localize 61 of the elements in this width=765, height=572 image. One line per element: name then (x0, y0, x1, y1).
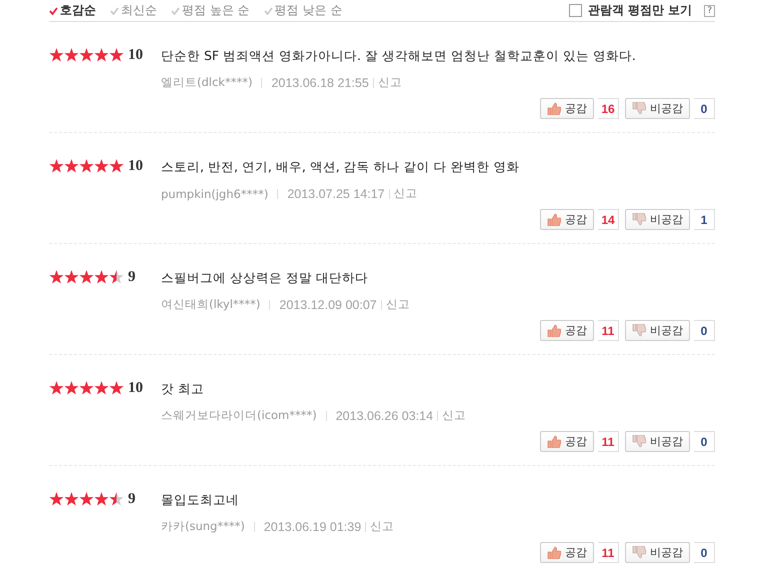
author: 스웨거보다라이더(icom****) (161, 408, 317, 423)
thumbs-down-icon (632, 435, 646, 448)
like-count: 11 (598, 431, 619, 452)
like-count: 14 (598, 209, 619, 230)
check-icon (110, 6, 119, 14)
sort-tab[interactable]: 호감순 (49, 2, 96, 19)
date: 2013.07.25 14:17 (287, 186, 385, 200)
dislike-count: 1 (694, 209, 715, 230)
author: 카카(sung****) (161, 519, 245, 534)
dislike-button[interactable]: 비공감 (625, 542, 690, 563)
thumbs-down-icon (632, 324, 646, 337)
sort-tab[interactable]: 평점 높은 순 (171, 2, 250, 19)
like-button[interactable]: 공감 (540, 542, 594, 563)
dislike-count: 0 (694, 320, 715, 341)
thumbs-up-icon (547, 102, 561, 115)
checkbox[interactable] (568, 4, 582, 17)
thumbs-up-icon (547, 324, 561, 337)
score: 9 (128, 270, 136, 285)
date: 2013.06.26 03:14 (336, 408, 434, 422)
like-button[interactable]: 공감 (540, 209, 594, 230)
thumbs-down-icon (632, 102, 646, 115)
check-icon (49, 6, 58, 14)
thumbs-down-icon (632, 546, 646, 559)
date: 2013.12.09 00:07 (279, 298, 377, 312)
author: pumpkin(jgh6****) (161, 186, 268, 200)
filter-label: 관람객 평점만 보기 (588, 2, 692, 19)
like-count: 11 (598, 320, 619, 341)
check-icon (264, 6, 273, 14)
thumbs-up-icon (547, 546, 561, 559)
score: 10 (128, 159, 143, 174)
date: 2013.06.18 21:55 (271, 76, 369, 90)
sort-tab[interactable]: 최신순 (110, 2, 157, 19)
thumbs-up-icon (547, 213, 561, 226)
score: 9 (128, 492, 136, 507)
review-text: 스토리, 반전, 연기, 배우, 액션, 감독 하나 같이 다 완벽한 영화 (161, 159, 521, 175)
thumbs-down-icon (632, 213, 646, 226)
score: 10 (128, 381, 143, 396)
date: 2013.06.19 01:39 (264, 520, 362, 534)
review-text: 갓 최고 (161, 381, 205, 397)
thumbs-up-icon (547, 435, 561, 448)
like-button[interactable]: 공감 (540, 320, 594, 341)
help-button[interactable]: ? (704, 4, 715, 16)
like-button[interactable]: 공감 (540, 431, 594, 452)
dislike-button[interactable]: 비공감 (625, 320, 690, 341)
dislike-button[interactable]: 비공감 (625, 209, 690, 230)
review-text: 단순한 SF 범죄액션 영화가아니다. 잘 생각해보면 엄청난 철학교훈이 있는 영화다. (161, 48, 637, 64)
dislike-count: 0 (694, 98, 715, 119)
like-count: 16 (598, 98, 619, 119)
check-icon (171, 6, 180, 14)
score: 10 (128, 48, 143, 63)
review-text: 스필버그에 상상력은 정말 대단하다 (161, 270, 369, 286)
dislike-count: 0 (694, 431, 715, 452)
like-button[interactable]: 공감 (540, 98, 594, 119)
sort-tab[interactable]: 평점 낮은 순 (264, 2, 342, 19)
dislike-count: 0 (694, 542, 715, 563)
review-text: 몰입도최고네 (161, 492, 240, 508)
author: 여신태희(lkyl****) (161, 297, 260, 312)
dislike-button[interactable]: 비공감 (625, 98, 690, 119)
dislike-button[interactable]: 비공감 (625, 431, 690, 452)
author: 엘리트(dlck****) (161, 75, 252, 90)
like-count: 11 (598, 542, 619, 563)
